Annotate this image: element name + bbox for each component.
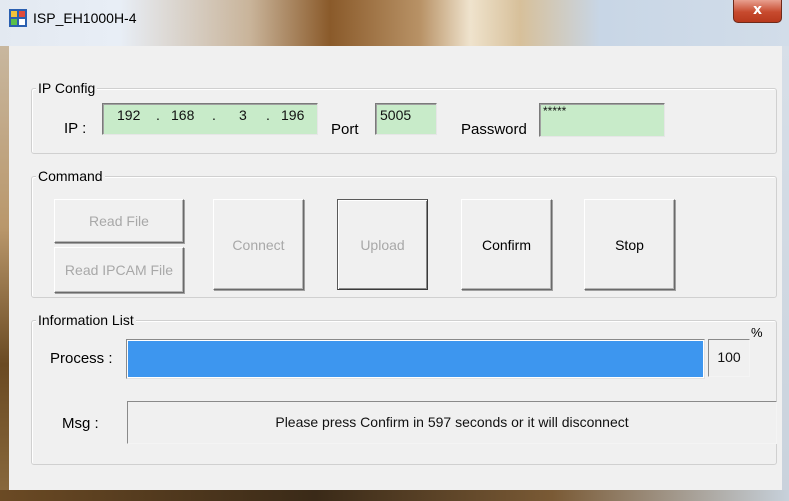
- ip-octet-1: 192: [117, 107, 141, 123]
- port-value: 5005: [380, 107, 412, 123]
- read-file-button[interactable]: Read File: [54, 199, 184, 243]
- password-field[interactable]: *****: [539, 103, 665, 137]
- ip-dot: .: [156, 107, 160, 123]
- ip-label: IP :: [64, 120, 87, 137]
- port-label: Port: [331, 121, 359, 138]
- information-list-group-label: Information List: [36, 312, 136, 328]
- window-client-area: IP Config IP : 192 . 168 . 3 . 196 Port …: [9, 46, 782, 490]
- window-frame-right: [782, 46, 789, 501]
- window-frame-bottom: [0, 490, 789, 501]
- ip-address-field[interactable]: 192 . 168 . 3 . 196: [102, 103, 318, 135]
- connect-button[interactable]: Connect: [213, 199, 304, 290]
- window-frame-left: [0, 46, 9, 501]
- ip-config-group-label: IP Config: [36, 80, 98, 96]
- ip-octet-4: 196: [281, 107, 305, 123]
- process-progress-fill: [128, 341, 703, 377]
- ip-octet-3: 3: [239, 107, 247, 123]
- command-group-label: Command: [36, 168, 105, 184]
- message-box: Please press Confirm in 597 seconds or i…: [127, 401, 777, 444]
- stop-button[interactable]: Stop: [584, 199, 675, 290]
- ip-octet-2: 168: [171, 107, 195, 123]
- ip-dot: .: [212, 107, 216, 123]
- window-title: ISP_EH1000H-4: [33, 10, 137, 26]
- password-value: *****: [543, 104, 567, 118]
- read-ipcam-file-button[interactable]: Read IPCAM File: [54, 247, 184, 293]
- app-icon: [9, 9, 27, 27]
- process-label: Process :: [50, 350, 113, 367]
- process-progress-bar: [126, 339, 705, 379]
- progress-percent-value: 100: [717, 349, 741, 365]
- close-button[interactable]: x: [733, 0, 782, 23]
- progress-percent-box: 100: [708, 339, 750, 377]
- close-icon: x: [752, 2, 763, 18]
- title-bar: ISP_EH1000H-4 x: [0, 0, 789, 46]
- percent-label: %: [751, 325, 763, 340]
- password-label: Password: [461, 121, 527, 138]
- port-field[interactable]: 5005: [375, 103, 437, 135]
- msg-label: Msg :: [62, 415, 99, 432]
- message-text: Please press Confirm in 597 seconds or i…: [275, 414, 629, 430]
- upload-button[interactable]: Upload: [337, 199, 428, 290]
- ip-dot: .: [266, 107, 270, 123]
- confirm-button[interactable]: Confirm: [461, 199, 552, 290]
